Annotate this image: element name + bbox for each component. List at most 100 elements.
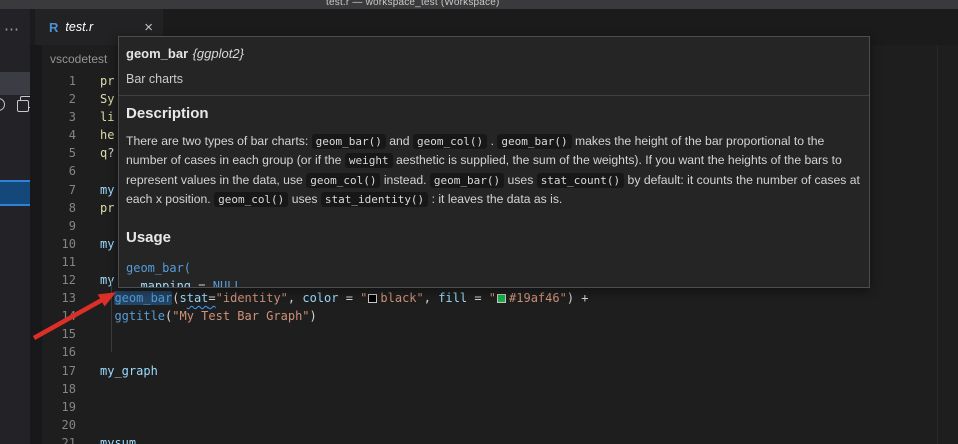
tooltip-title: geom_bar	[126, 46, 188, 61]
code-text: li	[100, 108, 114, 126]
line-number: 21	[42, 434, 76, 444]
code-token: my	[100, 183, 114, 197]
code-token: #19af46"	[509, 291, 567, 305]
inline-code-chip: geom_col()	[413, 134, 487, 149]
annotation-arrow	[18, 283, 128, 347]
code-token: my_graph	[100, 364, 158, 378]
code-token: "	[360, 291, 367, 305]
usage-code-line: geom_bar(	[126, 259, 861, 277]
code-text: pr	[100, 72, 114, 90]
inline-code-chip: geom_col()	[306, 173, 380, 188]
code-text: my	[100, 181, 114, 199]
code-token: ?	[107, 146, 114, 160]
code-token: li	[100, 110, 114, 124]
line-number: 19	[42, 398, 76, 416]
line-number: 11	[42, 253, 76, 271]
code-token: "identity"	[216, 291, 288, 305]
line-number: 1	[42, 72, 76, 90]
code-token: tat	[187, 291, 209, 305]
description-heading: Description	[126, 105, 861, 122]
code-token: =	[467, 291, 489, 305]
code-token: "	[489, 291, 496, 305]
line-number: 10	[42, 235, 76, 253]
code-line[interactable]: 17my_graph	[42, 362, 958, 380]
line-number: 6	[42, 162, 76, 180]
code-line[interactable]: 15	[42, 325, 958, 343]
hover-tooltip[interactable]: geom_bar {ggplot2} Bar charts Descriptio…	[118, 36, 870, 288]
code-text: pr	[100, 199, 114, 217]
code-token: ) +	[567, 291, 589, 305]
vscode-window: test.r — workspace_test (Workspace) ⋯ R …	[0, 0, 958, 444]
tooltip-header: geom_bar {ggplot2} Bar charts	[119, 37, 869, 96]
code-text: my_graph	[100, 362, 158, 380]
line-number: 5	[42, 144, 76, 162]
breadcrumb-folder[interactable]: vscodetest	[42, 52, 107, 66]
code-text: mysum	[100, 434, 136, 444]
usage-code: geom_bar( mapping = NULL,	[126, 259, 861, 288]
code-token	[126, 279, 140, 288]
code-token: mapping	[140, 279, 191, 288]
tooltip-body: Description There are two types of bar c…	[119, 96, 869, 288]
code-text: he	[100, 126, 114, 144]
code-token: "My Test Bar Graph"	[172, 309, 309, 323]
code-token: ,	[242, 279, 249, 288]
inline-code-chip: weight	[345, 153, 393, 168]
tab-label: test.r	[65, 20, 93, 34]
code-text: my	[100, 235, 114, 253]
code-token: geom_bar(	[126, 261, 191, 275]
usage-heading: Usage	[126, 229, 861, 246]
line-number: 18	[42, 380, 76, 398]
line-number: 8	[42, 199, 76, 217]
code-token: =	[208, 291, 215, 305]
code-token: pr	[100, 74, 114, 88]
code-token: NULL	[213, 279, 242, 288]
code-token: ,	[288, 291, 302, 305]
code-line[interactable]: 21 mysum	[42, 434, 958, 444]
code-line[interactable]: 20	[42, 416, 958, 434]
tooltip-subtitle: Bar charts	[126, 72, 861, 86]
code-token: fill	[438, 291, 467, 305]
line-number: 20	[42, 416, 76, 434]
line-number: 9	[42, 217, 76, 235]
code-token: pr	[100, 201, 114, 215]
code-token: ,	[424, 291, 438, 305]
code-line[interactable]: 13 geom_bar(stat="identity", color = "bl…	[42, 289, 958, 307]
line-number: 2	[42, 90, 76, 108]
code-token: =	[338, 291, 360, 305]
code-line[interactable]: 14 ggtitle("My Test Bar Graph")	[42, 307, 958, 325]
code-token: my	[100, 237, 114, 251]
code-token: he	[100, 128, 114, 142]
line-number: 4	[42, 126, 76, 144]
code-token: black"	[380, 291, 423, 305]
code-token: =	[191, 279, 213, 288]
color-swatch[interactable]	[368, 294, 377, 303]
close-tab-icon[interactable]: ×	[144, 20, 153, 35]
code-token: )	[310, 309, 317, 323]
code-line[interactable]: 18	[42, 380, 958, 398]
more-actions-icon[interactable]: ⋯	[4, 20, 21, 38]
left-panel: ⋯	[0, 9, 30, 444]
window-title: test.r — workspace_test (Workspace)	[326, 0, 500, 8]
line-number: 7	[42, 181, 76, 199]
description-text: There are two types of bar charts: geom_…	[126, 132, 866, 210]
minimap-border	[937, 45, 938, 444]
inline-code-chip: geom_bar()	[312, 134, 386, 149]
code-line[interactable]: 16	[42, 343, 958, 361]
r-file-icon: R	[49, 20, 58, 35]
code-text: geom_bar(stat="identity", color = "black…	[100, 289, 589, 307]
color-swatch[interactable]	[497, 294, 506, 303]
code-token: Sy	[100, 92, 114, 106]
code-text: q?	[100, 144, 114, 162]
tooltip-package: {ggplot2}	[193, 46, 244, 61]
circle-icon	[0, 98, 5, 111]
code-token: mysum	[100, 436, 136, 444]
copy-icon[interactable]	[17, 100, 27, 110]
window-title-bar: test.r — workspace_test (Workspace)	[0, 0, 958, 9]
code-line[interactable]: 19	[42, 398, 958, 416]
code-token: color	[302, 291, 338, 305]
inline-code-chip: stat_identity()	[321, 192, 428, 207]
line-number: 3	[42, 108, 76, 126]
code-text: ggtitle("My Test Bar Graph")	[100, 307, 317, 325]
inline-code-chip: geom_col()	[214, 192, 288, 207]
code-text: Sy	[100, 90, 114, 108]
